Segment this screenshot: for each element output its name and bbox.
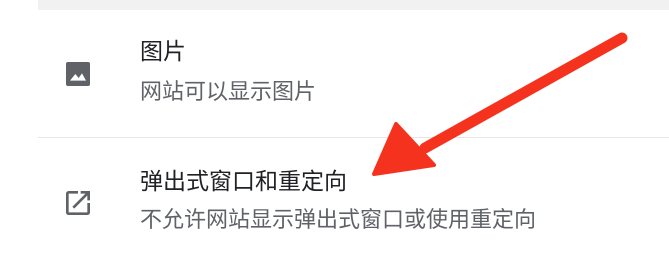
setting-item-images[interactable]: 图片 网站可以显示图片: [0, 30, 669, 136]
setting-subtitle-images: 网站可以显示图片: [140, 80, 317, 105]
setting-item-popups-redirects[interactable]: 弹出式窗口和重定向 不允许网站显示弹出式窗口或使用重定向: [0, 150, 669, 258]
setting-title-images: 图片: [140, 39, 186, 65]
divider: [38, 137, 669, 138]
image-icon: [62, 58, 94, 90]
open-in-new-icon: [62, 187, 94, 219]
header-strip: [38, 0, 669, 10]
setting-title-popups: 弹出式窗口和重定向: [140, 169, 347, 195]
setting-subtitle-popups: 不允许网站显示弹出式窗口或使用重定向: [140, 208, 537, 233]
